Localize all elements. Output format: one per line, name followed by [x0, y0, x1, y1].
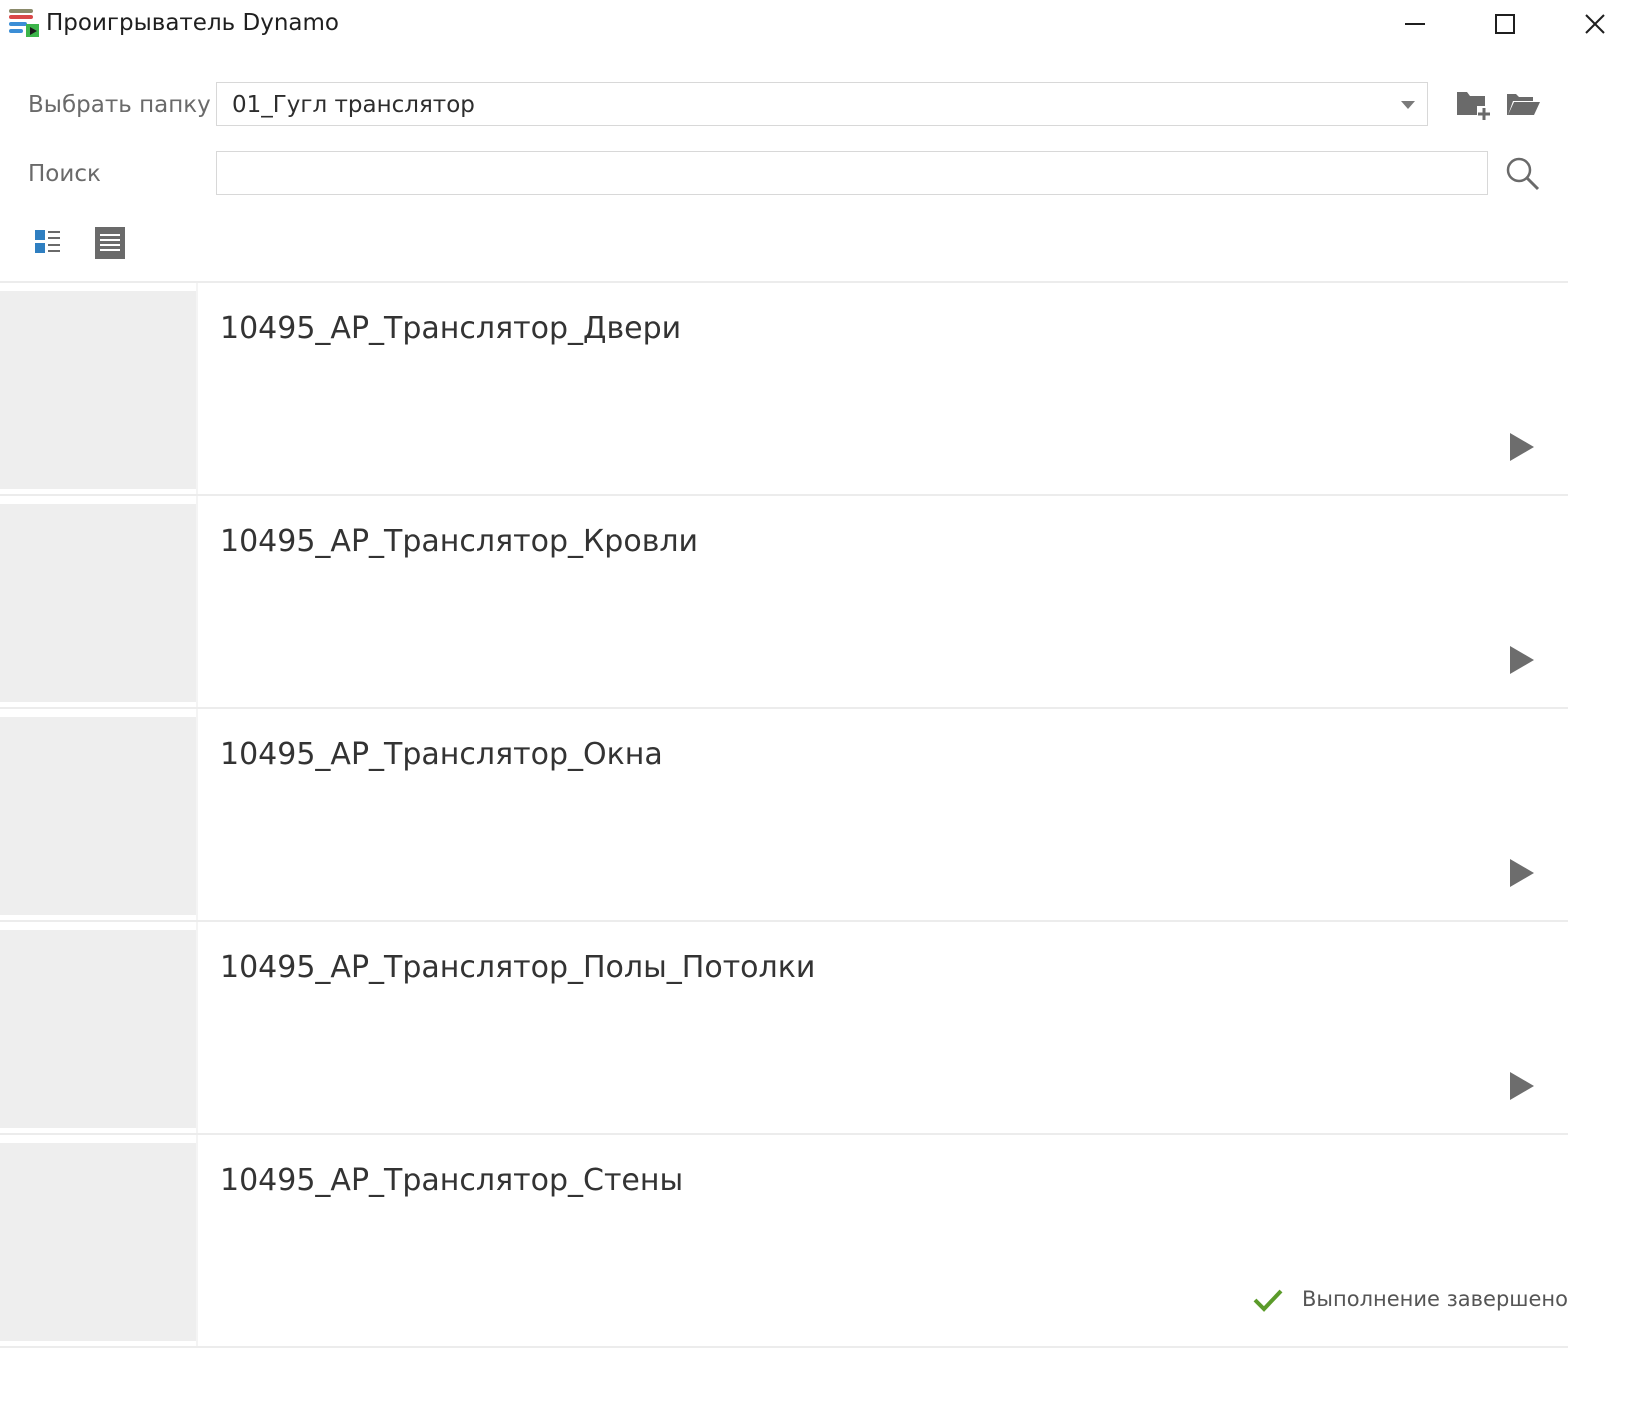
folder-add-icon: [1457, 92, 1491, 120]
script-name: 10495_АР_Транслятор_Полы_Потолки: [220, 950, 816, 985]
search-input[interactable]: [216, 151, 1488, 195]
script-thumbnail: [0, 930, 196, 1128]
script-thumbnail: [0, 291, 196, 489]
status-text: Выполнение завершено: [1302, 1287, 1568, 1311]
maximize-button[interactable]: [1460, 0, 1550, 50]
minimize-icon: [1405, 23, 1425, 25]
script-item[interactable]: 10495_АР_Транслятор_Двери: [0, 283, 1568, 496]
close-button[interactable]: [1550, 0, 1635, 50]
open-folder-button[interactable]: [1505, 88, 1541, 122]
script-name: 10495_АР_Транслятор_Окна: [220, 737, 663, 772]
title-bar: Проигрыватель Dynamo: [0, 0, 1635, 50]
play-icon[interactable]: [1505, 644, 1539, 678]
list-view-button[interactable]: [95, 227, 125, 259]
thumbnail-view-icon: [35, 230, 60, 253]
folder-dropdown[interactable]: 01_Гугл транслятор: [216, 82, 1428, 126]
search-icon: [1506, 157, 1540, 191]
search-label: Поиск: [28, 161, 101, 187]
script-thumbnail: [0, 717, 196, 915]
window-title: Проигрыватель Dynamo: [46, 10, 339, 36]
checkmark-icon: [1253, 1289, 1283, 1312]
thumbnail-view-button[interactable]: [34, 228, 62, 256]
play-icon[interactable]: [1505, 431, 1539, 465]
dynamo-player-icon: [9, 9, 39, 37]
script-item[interactable]: 10495_АР_Транслятор_Полы_Потолки: [0, 922, 1568, 1135]
script-item[interactable]: 10495_АР_Транслятор_Окна: [0, 709, 1568, 922]
script-name: 10495_АР_Транслятор_Двери: [220, 311, 682, 346]
script-name: 10495_АР_Транслятор_Кровли: [220, 524, 699, 559]
list-view-icon: [95, 227, 125, 259]
script-item[interactable]: 10495_АР_Транслятор_Стены Выполнение зав…: [0, 1135, 1568, 1348]
play-icon[interactable]: [1505, 1070, 1539, 1104]
minimize-button[interactable]: [1370, 0, 1460, 50]
folder-open-icon: [1507, 94, 1540, 115]
folder-selected-value: 01_Гугл транслятор: [232, 92, 475, 118]
add-folder-button[interactable]: [1455, 88, 1491, 122]
script-thumbnail: [0, 504, 196, 702]
script-thumbnail: [0, 1143, 196, 1341]
close-icon: [1585, 14, 1605, 34]
play-icon[interactable]: [1505, 857, 1539, 891]
chevron-down-icon: [1401, 101, 1415, 109]
maximize-icon: [1495, 14, 1515, 34]
folder-label: Выбрать папку: [28, 92, 211, 118]
script-name: 10495_АР_Транслятор_Стены: [220, 1163, 684, 1198]
script-item[interactable]: 10495_АР_Транслятор_Кровли: [0, 496, 1568, 709]
search-button[interactable]: [1505, 156, 1541, 192]
